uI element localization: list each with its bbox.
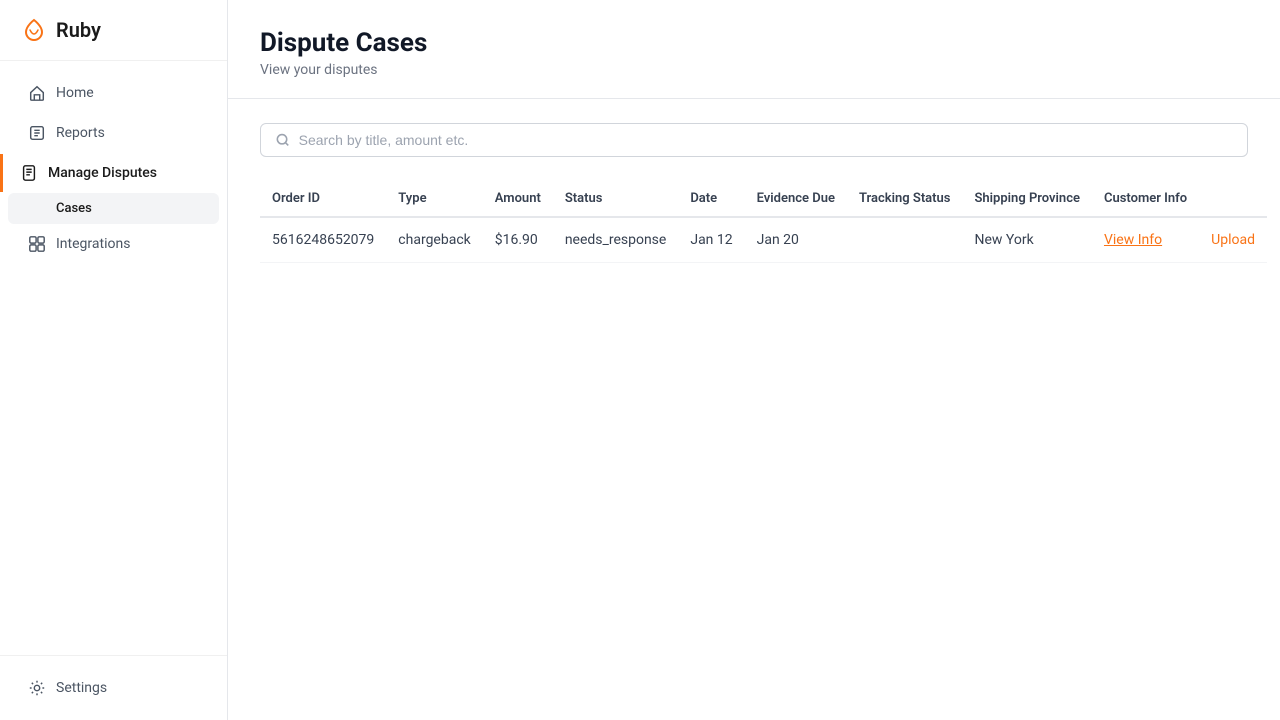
col-type: Type [386,181,482,217]
col-evidence-due: Evidence Due [745,181,847,217]
col-tracking-status: Tracking Status [847,181,963,217]
sidebar-item-integrations-label: Integrations [56,236,130,252]
page-header: Dispute Cases View your disputes [228,0,1280,99]
search-icon [275,132,291,148]
sidebar-item-settings-label: Settings [56,680,107,696]
cell-status: needs_response [553,217,679,263]
col-actions [1199,181,1267,217]
table-header-row: Order ID Type Amount Status Date Evidenc… [260,181,1267,217]
cell-upload-link[interactable]: Upload [1199,217,1267,263]
col-shipping-province: Shipping Province [962,181,1091,217]
main-content: Dispute Cases View your disputes Order I… [228,0,1280,720]
table-row: 5616248652079 chargeback $16.90 needs_re… [260,217,1267,263]
reports-icon [28,124,46,142]
sidebar-item-settings[interactable]: Settings [8,669,219,707]
sidebar: Ruby Home Reports Manage Disputes C [0,0,228,720]
cell-shipping-province: New York [962,217,1091,263]
sidebar-sub-item-cases-label: Cases [56,201,92,216]
table-body: 5616248652079 chargeback $16.90 needs_re… [260,217,1267,263]
app-name: Ruby [56,18,101,42]
search-input[interactable] [299,132,1233,148]
cell-customer-info-link[interactable]: View Info [1092,217,1199,263]
sidebar-bottom: Settings [0,655,227,720]
col-customer-info: Customer Info [1092,181,1199,217]
cell-type: chargeback [386,217,482,263]
sidebar-item-reports-label: Reports [56,125,105,141]
logo-area: Ruby [0,0,227,61]
col-status: Status [553,181,679,217]
sidebar-item-manage-disputes[interactable]: Manage Disputes [0,154,219,192]
col-amount: Amount [483,181,553,217]
integrations-icon [28,235,46,253]
content-area: Order ID Type Amount Status Date Evidenc… [228,99,1280,287]
page-title: Dispute Cases [260,28,1248,58]
settings-icon [28,679,46,697]
col-date: Date [678,181,744,217]
cell-amount: $16.90 [483,217,553,263]
cell-date: Jan 12 [678,217,744,263]
cell-tracking-status [847,217,963,263]
sidebar-nav: Home Reports Manage Disputes Cases [0,61,227,655]
sidebar-item-integrations[interactable]: Integrations [8,225,219,263]
disputes-table: Order ID Type Amount Status Date Evidenc… [260,181,1267,263]
sidebar-item-manage-disputes-label: Manage Disputes [48,165,157,181]
disputes-icon [20,164,38,182]
home-icon [28,84,46,102]
sidebar-item-reports[interactable]: Reports [8,114,219,152]
sidebar-sub-item-cases[interactable]: Cases [8,193,219,224]
table-header: Order ID Type Amount Status Date Evidenc… [260,181,1267,217]
sidebar-item-home[interactable]: Home [8,74,219,112]
cell-order-id: 5616248652079 [260,217,386,263]
col-order-id: Order ID [260,181,386,217]
sidebar-item-home-label: Home [56,85,94,101]
ruby-logo-icon [20,16,48,44]
cell-evidence-due: Jan 20 [745,217,847,263]
search-bar[interactable] [260,123,1248,157]
page-subtitle: View your disputes [260,62,1248,78]
